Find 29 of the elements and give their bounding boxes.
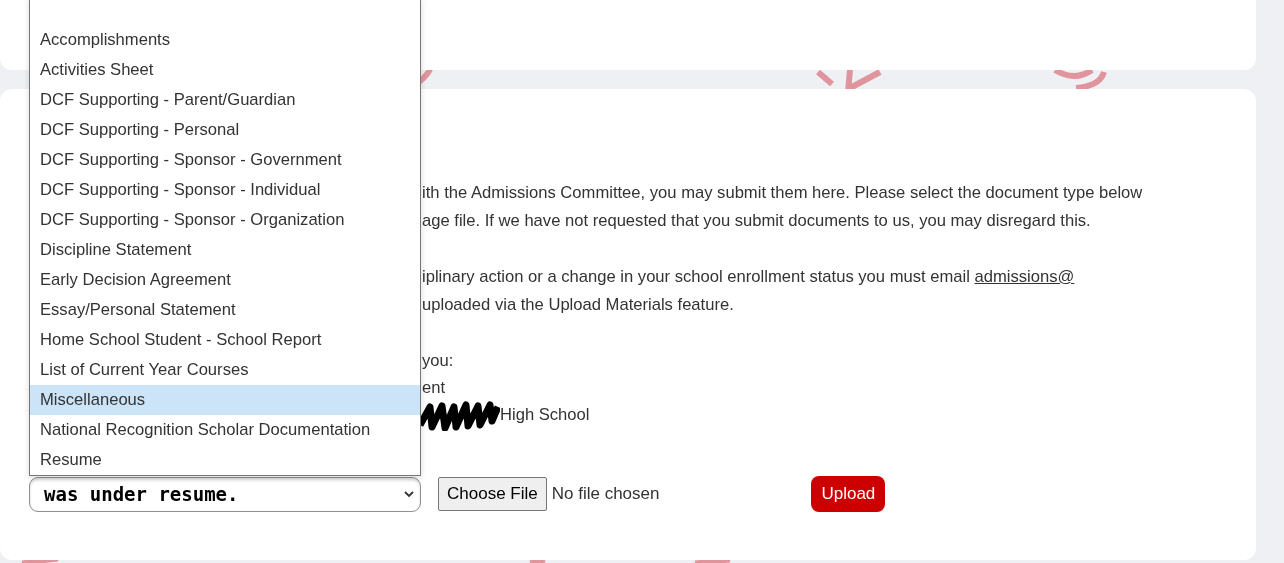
dropdown-option[interactable]: National Recognition Scholar Documentation bbox=[30, 415, 420, 445]
dropdown-option[interactable]: Miscellaneous bbox=[30, 385, 420, 415]
dropdown-option[interactable]: Discipline Statement bbox=[30, 235, 420, 265]
dropdown-option[interactable]: DCF Supporting - Sponsor - Individual bbox=[30, 175, 420, 205]
dropdown-option[interactable]: Essay/Personal Statement bbox=[30, 295, 420, 325]
choose-file-button[interactable]: Choose File bbox=[438, 477, 547, 511]
chevron-down-icon bbox=[404, 490, 414, 498]
dropdown-option[interactable]: Early Decision Agreement bbox=[30, 265, 420, 295]
dropdown-option[interactable]: List of Current Year Courses bbox=[30, 355, 420, 385]
instruction-text: ith the Admissions Committee, you may submit them here. Please select the document type below bbox=[422, 183, 1143, 202]
dropdown-option[interactable]: Activities Sheet bbox=[30, 55, 420, 85]
instruction-text: uploaded via the Upload Materials feature. bbox=[422, 295, 734, 314]
dropdown-option[interactable]: DCF Supporting - Parent/Guardian bbox=[30, 85, 420, 115]
email-link[interactable]: admissions@ bbox=[974, 267, 1075, 286]
dropdown-list[interactable] bbox=[29, 0, 421, 476]
dropdown-option[interactable]: DCF Supporting - Personal bbox=[30, 115, 420, 145]
instruction-text: you: bbox=[422, 351, 454, 370]
upload-button[interactable]: Upload bbox=[811, 476, 886, 512]
dropdown-option[interactable]: DCF Supporting - Sponsor - Government bbox=[30, 145, 420, 175]
instruction-text: High School bbox=[500, 405, 590, 425]
instruction-text: ent bbox=[422, 378, 446, 397]
dropdown-option[interactable]: Accomplishments bbox=[30, 25, 420, 55]
dropdown-option[interactable]: Resume bbox=[30, 445, 420, 475]
document-type-select[interactable]: was under resume. bbox=[29, 476, 421, 512]
instruction-text: age file. If we have not requested that you submit documents to us, you may disregard this. bbox=[422, 211, 1091, 230]
dropdown-option[interactable]: DCF Supporting - Sponsor - Organization bbox=[30, 205, 420, 235]
dropdown-option[interactable]: Home School Student - School Report bbox=[30, 325, 420, 355]
instruction-text: iplinary action or a change in your school enrollment status you must email admissions@ bbox=[422, 267, 1075, 286]
file-status-text: No file chosen bbox=[551, 483, 660, 506]
